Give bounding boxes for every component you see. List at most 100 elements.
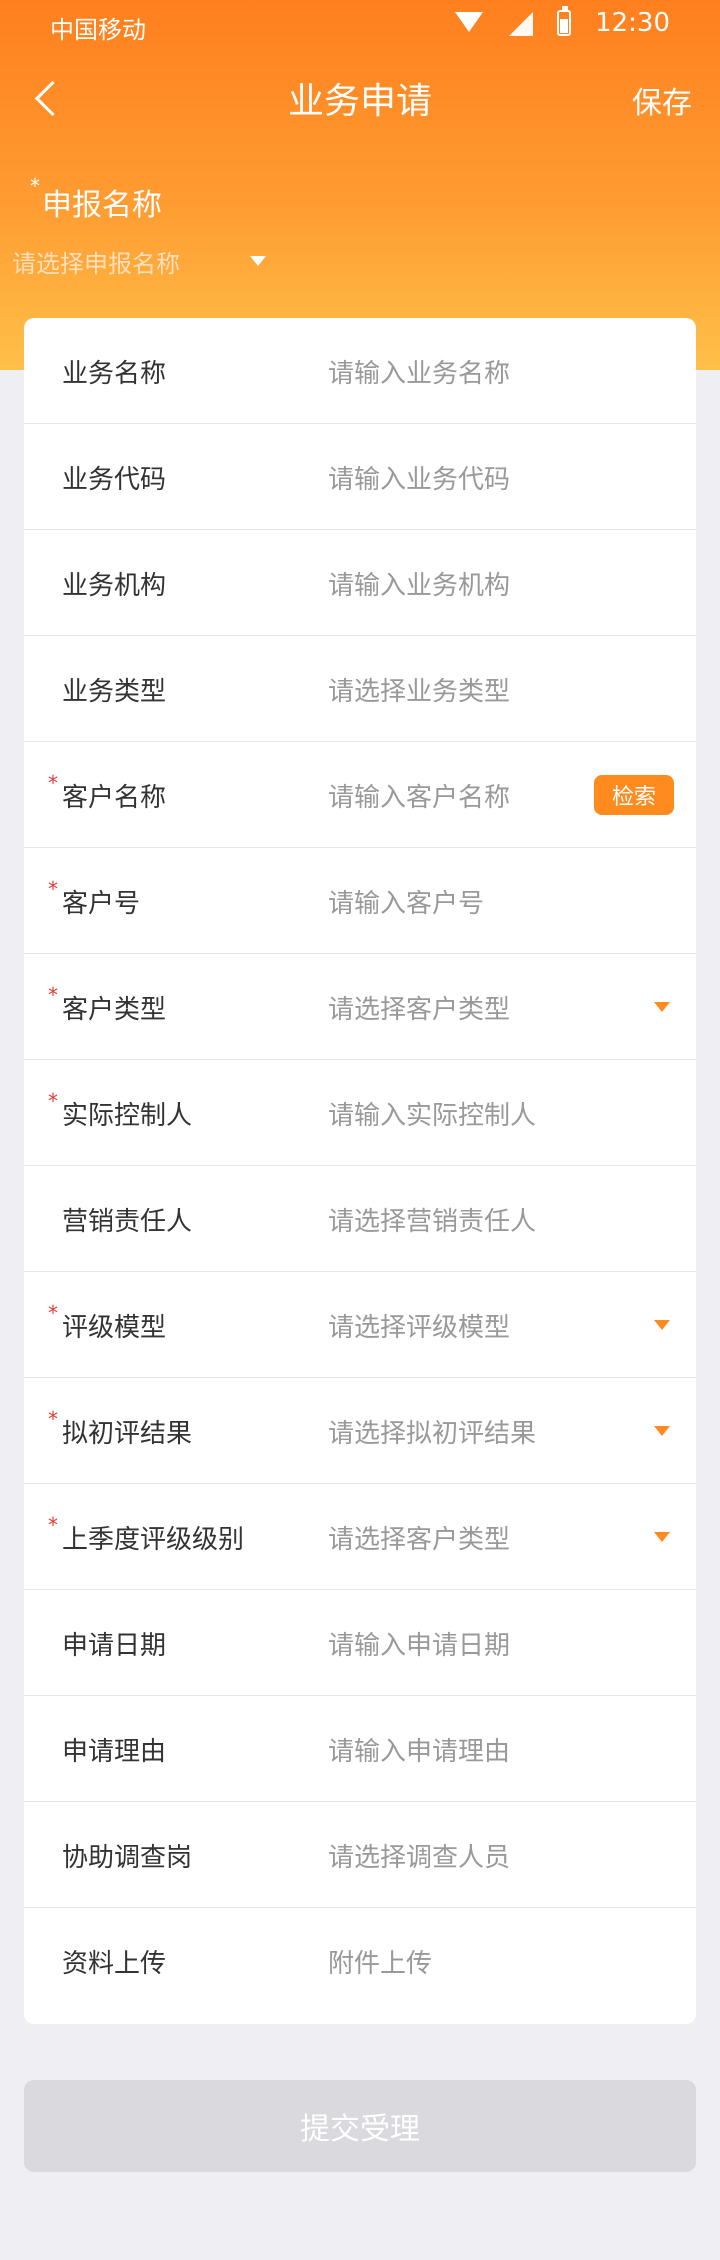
form-row-label-wrap: 营销责任人 [62,1166,192,1272]
form-row-label-wrap: 协助调查岗 [62,1802,192,1908]
form-row-input[interactable]: 附件上传 [328,1908,432,2014]
save-button[interactable]: 保存 [632,78,692,122]
form-row-input[interactable]: 请输入客户名称 [328,742,510,848]
form-row-input[interactable]: 请选择调查人员 [328,1802,510,1908]
form-row-label: * 实际控制人 [48,1089,193,1132]
form-row-label-wrap: 业务代码 [62,424,166,530]
status-icons: 12:30 [455,6,670,38]
required-mark: * [48,1088,58,1113]
form-row-12[interactable]: * 上季度评级级别 请选择客户类型 [24,1484,696,1590]
form-row-label: * 客户类型 [48,983,167,1026]
form-row-label: 业务代码 [62,459,166,496]
form-row-9[interactable]: 营销责任人 请选择营销责任人 [24,1166,696,1272]
form-row-label-wrap: * 上季度评级级别 [48,1484,244,1590]
form-row-label: 协助调查岗 [62,1837,192,1874]
form-row-label-text: 拟初评结果 [62,1418,193,1449]
page-title: 业务申请 [287,81,432,122]
form-row-label-wrap: 业务名称 [62,318,166,424]
form-row-input[interactable]: 请输入申请日期 [328,1590,510,1696]
form-row-input[interactable]: 请输入业务名称 [328,318,510,424]
required-mark: * [48,982,58,1007]
submit-button[interactable]: 提交受理 [24,2080,696,2172]
form-row-3[interactable]: 业务机构 请输入业务机构 [24,530,696,636]
required-mark: * [48,876,58,901]
apply-name-required-mark: * [30,174,40,198]
form-row-5[interactable]: * 客户名称 请输入客户名称 检索 [24,742,696,848]
status-bar: 中国移动 12:30 [0,0,720,52]
apply-name-section: * 申报名称 [30,174,162,224]
form-row-label-wrap: 业务机构 [62,530,166,636]
chevron-down-icon[interactable] [654,1531,670,1542]
form-row-7[interactable]: * 客户类型 请选择客户类型 [24,954,696,1060]
form-row-label-text: 业务机构 [62,570,167,601]
form-row-input[interactable]: 请输入业务机构 [328,530,510,636]
form-row-label-wrap: * 客户名称 [48,742,166,848]
form-row-label: * 拟初评结果 [48,1407,193,1450]
form-row-label-wrap: * 拟初评结果 [48,1378,193,1484]
form-row-11[interactable]: * 拟初评结果 请选择拟初评结果 [24,1378,696,1484]
form-row-label-text: 实际控制人 [62,1100,193,1131]
carrier-name: 中国移动 [50,16,146,44]
form-row-input[interactable]: 请选择营销责任人 [328,1166,536,1272]
form-row-label: 申请日期 [62,1625,166,1662]
form-row-label-text: 评级模型 [62,1312,167,1343]
form-row-label-wrap: 业务类型 [62,636,166,742]
battery-icon [557,6,572,36]
form-row-input[interactable]: 请输入实际控制人 [328,1060,536,1166]
form-row-input[interactable]: 请选择拟初评结果 [328,1378,536,1484]
form-row-input[interactable]: 请选择客户类型 [328,954,510,1060]
form-row-label-text: 业务类型 [62,676,167,707]
chevron-down-icon[interactable] [654,1001,670,1012]
form-row-label: 业务名称 [62,353,166,390]
form-row-label-wrap: 申请日期 [62,1590,166,1696]
form-row-label: * 客户号 [48,877,141,920]
form-row-10[interactable]: * 评级模型 请选择评级模型 [24,1272,696,1378]
form-row-2[interactable]: 业务代码 请输入业务代码 [24,424,696,530]
status-time: 12:30 [595,8,670,38]
form-row-label-text: 营销责任人 [62,1206,193,1237]
chevron-down-icon[interactable] [654,1425,670,1436]
form-row-label-text: 客户类型 [62,994,167,1025]
form-row-label: 业务类型 [62,671,166,708]
form-row-label-wrap: 申请理由 [62,1696,166,1802]
apply-name-chevron-down-icon [250,256,266,266]
form-row-14[interactable]: 申请理由 请输入申请理由 [24,1696,696,1802]
form-row-15[interactable]: 协助调查岗 请选择调查人员 [24,1802,696,1908]
apply-name-select[interactable]: 请选择申报名称 [12,244,292,279]
form-row-label-text: 业务名称 [62,358,167,389]
form-row-input[interactable]: 请输入申请理由 [328,1696,510,1802]
form-row-label-text: 客户号 [62,888,141,919]
page: 中国移动 12:30 业务申请 保存 * 申报名称 请选择申报名称 业务名称请输… [0,0,720,2260]
form-row-label: 营销责任人 [62,1201,192,1238]
form-row-label-text: 申请理由 [62,1736,167,1767]
form-row-1[interactable]: 业务名称 请输入业务名称 [24,318,696,424]
form-row-input[interactable]: 请选择评级模型 [328,1272,510,1378]
form-row-input[interactable]: 请输入客户号 [328,848,484,954]
form-row-label-text: 资料上传 [62,1948,167,1979]
form-row-4[interactable]: 业务类型 请选择业务类型 [24,636,696,742]
form-row-label: * 上季度评级级别 [48,1513,244,1556]
wifi-icon [455,12,484,34]
form-row-label: * 客户名称 [48,771,166,814]
form-row-input[interactable]: 请选择客户类型 [328,1484,510,1590]
form-row-16[interactable]: 资料上传 附件上传 [24,1908,696,2014]
navigation-bar: 业务申请 保存 [0,62,720,142]
form-row-label-text: 协助调查岗 [62,1842,193,1873]
form-row-label-wrap: 资料上传 [62,1908,166,2014]
form-row-8[interactable]: * 实际控制人 请输入实际控制人 [24,1060,696,1166]
form-card: 业务名称 请输入业务名称 业务代码 请输入业务代码 业务机构 请输入业务机构 业务类型 请选择… [24,318,696,2024]
apply-name-label-wrap: * 申报名称 [30,174,162,224]
form-row-input[interactable]: 请选择业务类型 [328,636,510,742]
form-row-label-wrap: * 客户号 [48,848,141,954]
apply-name-placeholder: 请选择申报名称 [12,250,180,278]
form-row-input[interactable]: 请输入业务代码 [328,424,510,530]
form-row-13[interactable]: 申请日期 请输入申请日期 [24,1590,696,1696]
required-mark: * [48,1512,58,1537]
apply-name-label: 申报名称 [42,188,162,223]
form-row-label-wrap: * 客户类型 [48,954,167,1060]
form-row-label-text: 申请日期 [62,1630,167,1661]
chevron-down-icon[interactable] [654,1319,670,1330]
form-row-label-wrap: * 实际控制人 [48,1060,193,1166]
form-row-6[interactable]: * 客户号 请输入客户号 [24,848,696,954]
search-button[interactable]: 检索 [594,774,674,815]
